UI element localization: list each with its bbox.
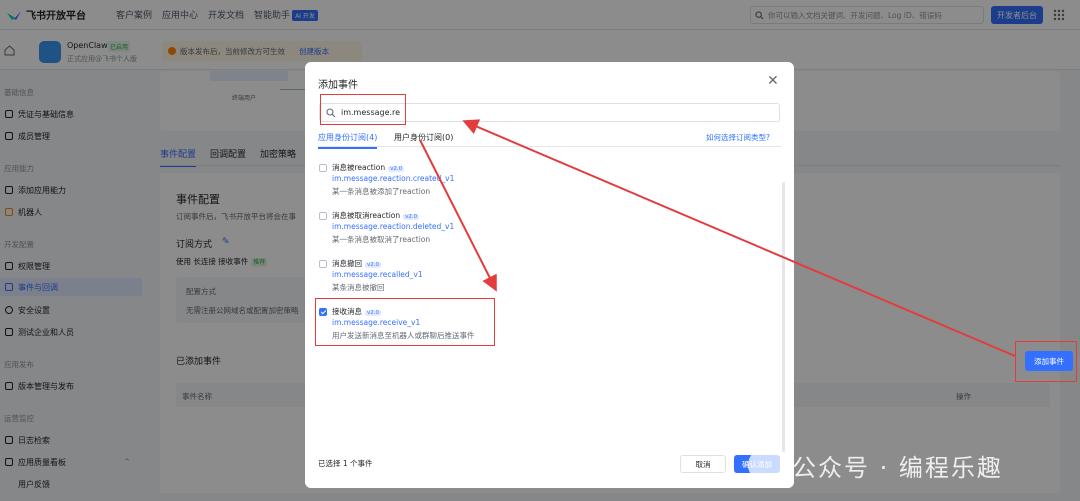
event-name-text: 消息被reaction [332, 163, 386, 172]
modal-scrollbar[interactable] [782, 182, 785, 452]
watermark-text: 公众号 · 编程乐趣 [792, 453, 1003, 482]
event-description: 某一条消息被取消了reaction [332, 235, 431, 244]
search-highlight [320, 94, 406, 125]
version-badge: v2.0 [365, 262, 382, 268]
add-event-highlight [1015, 341, 1077, 382]
event-checkbox[interactable] [319, 212, 327, 220]
event-option[interactable]: 消息撤回 v2.0 im.message.recalled_v1 某条消息被撤回 [319, 258, 519, 298]
event-key: im.message.reaction.deleted_v1 [332, 222, 455, 231]
subscription-help-link[interactable]: 如何选择订阅类型? [706, 132, 770, 143]
event-name-text: 消息被取消reaction [332, 211, 401, 220]
event-name: 消息被取消reaction v2.0 [332, 210, 420, 221]
version-badge: v2.0 [388, 166, 405, 172]
event-key: im.message.recalled_v1 [332, 270, 423, 279]
event-option[interactable]: 消息被取消reaction v2.0 im.message.reaction.de… [319, 210, 519, 250]
add-event-dialog: 添加事件 ✕ im.message.re 应用身份订阅(4) 用户身份订阅(0)… [305, 62, 794, 488]
event-checkbox[interactable] [319, 164, 327, 172]
event-name-text: 消息撤回 [332, 259, 362, 268]
close-icon[interactable]: ✕ [767, 74, 779, 88]
event-description: 某一条消息被添加了reaction [332, 187, 431, 196]
selected-event-highlight [315, 298, 495, 346]
event-name: 消息被reaction v2.0 [332, 162, 405, 173]
event-option[interactable]: 消息被reaction v2.0 im.message.reaction.crea… [319, 162, 519, 202]
dialog-title: 添加事件 [318, 80, 358, 91]
event-name: 消息撤回 v2.0 [332, 258, 382, 269]
wechat-logo-icon [748, 448, 782, 482]
selected-count: 已选择 1 个事件 [318, 459, 373, 468]
version-badge: v2.0 [403, 214, 420, 220]
event-key: im.message.reaction.created_v1 [332, 174, 455, 183]
tab-user-identity[interactable]: 用户身份订阅(0) [394, 132, 453, 147]
modal-tabs-divider [318, 146, 781, 147]
watermark: 公众号 · 编程乐趣 [748, 440, 1078, 490]
cancel-button[interactable]: 取消 [680, 455, 726, 473]
event-description: 某条消息被撤回 [332, 283, 385, 292]
event-checkbox[interactable] [319, 260, 327, 268]
